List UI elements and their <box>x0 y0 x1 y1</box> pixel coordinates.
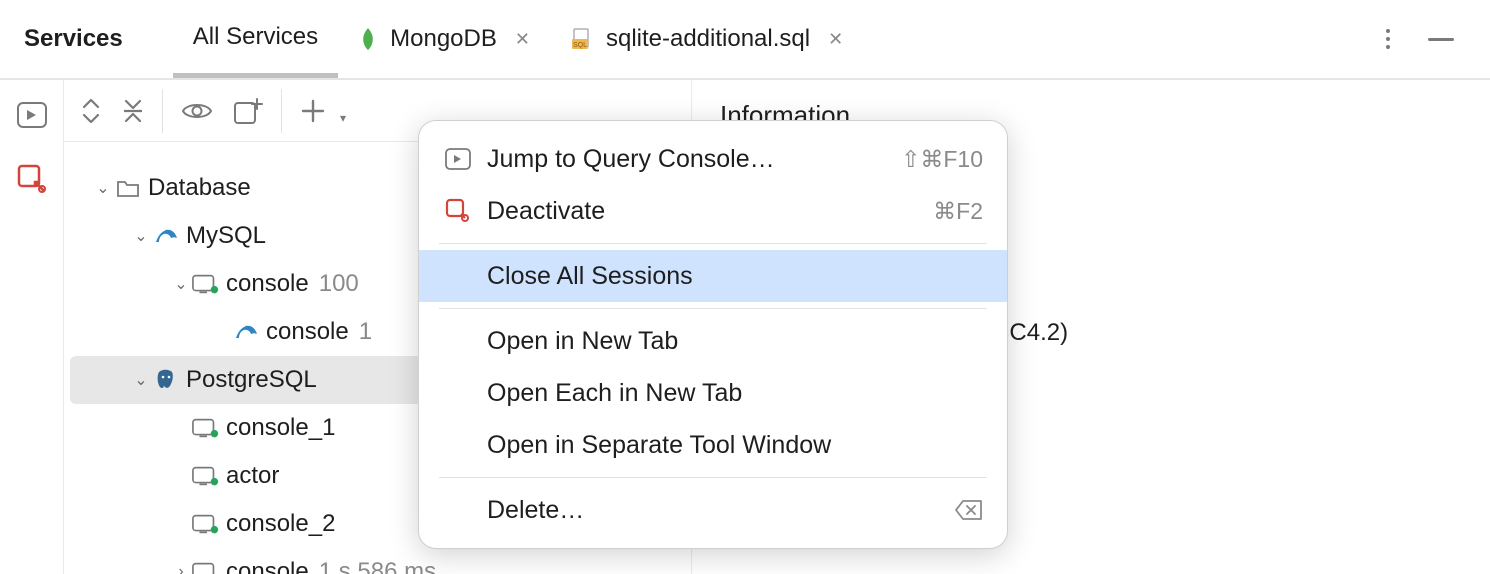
chevron-down-icon[interactable]: ▾ <box>340 111 346 125</box>
minimize-icon[interactable] <box>1428 38 1454 41</box>
tree-label: console <box>226 270 309 298</box>
menu-item-open-new-tab[interactable]: Open in New Tab <box>419 315 1007 367</box>
tree-label: MySQL <box>186 222 266 250</box>
collapse-icon[interactable] <box>122 97 144 125</box>
console-icon <box>192 562 220 574</box>
tab-bar: Services All Services MongoDB ✕ SQL sqli… <box>0 0 1490 80</box>
menu-item-open-separate-window[interactable]: Open in Separate Tool Window <box>419 419 1007 471</box>
menu-item-deactivate[interactable]: Deactivate ⌘F2 <box>419 185 1007 237</box>
tab-mongodb[interactable]: MongoDB ✕ <box>338 0 550 78</box>
menu-separator <box>439 243 987 244</box>
tree-badge: 100 <box>319 270 359 298</box>
menu-label: Deactivate <box>487 197 933 226</box>
menu-separator <box>439 308 987 309</box>
deactivate-icon <box>443 198 473 224</box>
chevron-down-icon[interactable]: ⌄ <box>130 226 152 246</box>
sql-file-icon: SQL <box>570 27 594 51</box>
console-icon <box>192 418 220 438</box>
tab-sqlite-file[interactable]: SQL sqlite-additional.sql ✕ <box>550 0 863 78</box>
mysql-icon <box>232 322 260 342</box>
tree-label: console <box>226 558 309 574</box>
context-menu: Jump to Query Console… ⇧⌘F10 Deactivate … <box>418 120 1008 549</box>
deactivate-icon[interactable] <box>17 164 47 194</box>
menu-label: Open in New Tab <box>487 327 983 356</box>
eye-icon[interactable] <box>181 100 213 122</box>
menu-shortcut: ⌘F2 <box>933 198 983 225</box>
chevron-right-icon[interactable]: › <box>170 563 192 574</box>
delete-key-icon <box>955 499 983 521</box>
chevron-down-icon[interactable]: ⌄ <box>130 370 152 390</box>
menu-label: Close All Sessions <box>487 262 983 291</box>
folder-icon <box>114 178 142 198</box>
menu-item-close-all-sessions[interactable]: Close All Sessions <box>419 250 1007 302</box>
play-wrap-icon[interactable] <box>17 102 47 128</box>
jump-console-icon <box>443 148 473 170</box>
menu-item-delete[interactable]: Delete… <box>419 484 1007 536</box>
tab-label: All Services <box>193 23 318 51</box>
menu-label: Jump to Query Console… <box>487 145 901 174</box>
menu-label: Open in Separate Tool Window <box>487 431 983 460</box>
menu-item-open-each-new-tab[interactable]: Open Each in New Tab <box>419 367 1007 419</box>
mysql-icon <box>152 226 180 246</box>
tree-label: Database <box>148 174 251 202</box>
tree-badge: 1 <box>359 318 372 346</box>
close-icon[interactable]: ✕ <box>828 29 843 50</box>
console-icon <box>192 274 220 294</box>
plus-icon[interactable] <box>300 98 326 124</box>
menu-label: Open Each in New Tab <box>487 379 983 408</box>
tree-badge: 1 s 586 ms <box>319 558 436 574</box>
more-options-icon[interactable] <box>1386 29 1390 49</box>
panel-title: Services <box>24 25 123 53</box>
tab-label: MongoDB <box>390 25 497 53</box>
left-gutter <box>0 80 64 574</box>
new-window-icon[interactable] <box>233 97 263 125</box>
tab-label: sqlite-additional.sql <box>606 25 810 53</box>
menu-item-jump-console[interactable]: Jump to Query Console… ⇧⌘F10 <box>419 133 1007 185</box>
console-icon <box>192 514 220 534</box>
tree-label: console_1 <box>226 414 335 442</box>
menu-shortcut: ⇧⌘F10 <box>901 146 983 173</box>
menu-separator <box>439 477 987 478</box>
expand-icon[interactable] <box>80 97 102 125</box>
chevron-down-icon[interactable]: ⌄ <box>92 178 114 198</box>
tree-label: console <box>266 318 349 346</box>
chevron-down-icon[interactable]: ⌄ <box>170 274 192 294</box>
svg-text:SQL: SQL <box>573 42 587 49</box>
menu-label: Delete… <box>487 496 955 525</box>
tree-row-pg-console-last[interactable]: › console 1 s 586 ms <box>64 548 691 574</box>
tree-label: PostgreSQL <box>186 366 317 394</box>
postgres-icon <box>152 368 180 392</box>
tab-all-services[interactable]: All Services <box>173 0 338 78</box>
console-icon <box>192 466 220 486</box>
tree-label: console_2 <box>226 510 335 538</box>
close-icon[interactable]: ✕ <box>515 29 530 50</box>
tree-label: actor <box>226 462 279 490</box>
leaf-icon <box>358 27 378 51</box>
